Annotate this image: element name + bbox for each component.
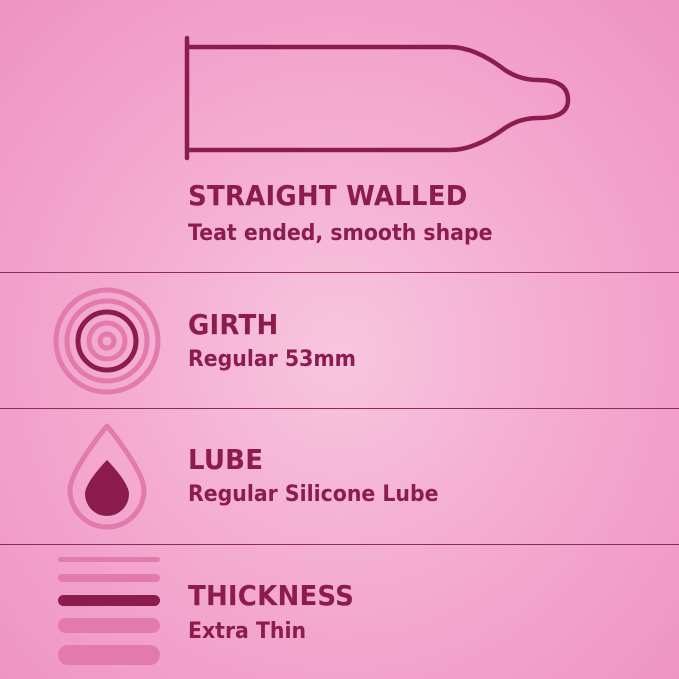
shape-title: STRAIGHT WALLED <box>188 179 468 212</box>
divider-2 <box>0 408 679 409</box>
girth-title: GIRTH <box>188 308 279 341</box>
thickness-description: Extra Thin <box>188 619 307 644</box>
girth-description: Regular 53mm <box>188 347 356 372</box>
divider-1 <box>0 272 679 273</box>
thickness-bars-icon <box>58 557 160 665</box>
droplet-icon <box>67 423 147 530</box>
lube-description: Regular Silicone Lube <box>188 482 439 507</box>
lube-title: LUBE <box>188 443 264 476</box>
condom-outline-icon <box>184 35 571 161</box>
concentric-circles-icon <box>53 287 161 395</box>
divider-3 <box>0 544 679 545</box>
shape-description: Teat ended, smooth shape <box>188 221 493 246</box>
thickness-title: THICKNESS <box>188 579 355 612</box>
